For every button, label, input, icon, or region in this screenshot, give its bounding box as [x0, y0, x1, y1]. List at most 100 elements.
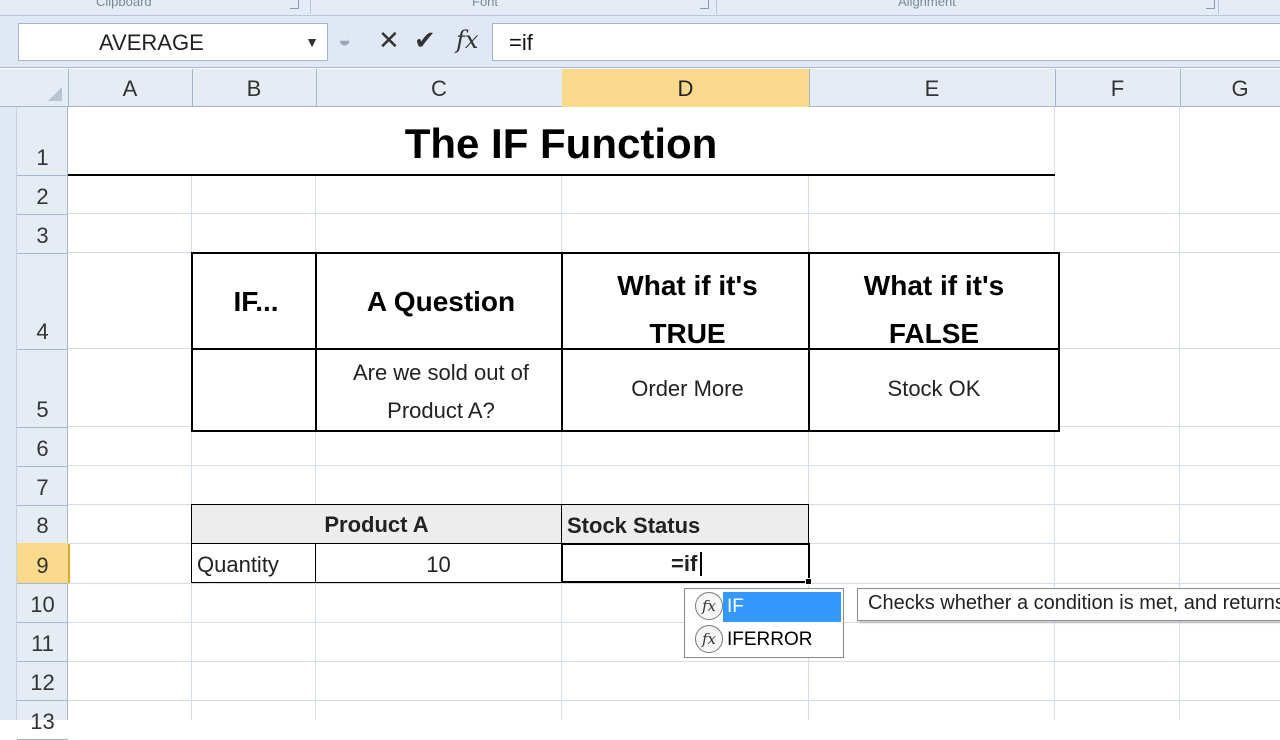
- chevron-down-icon[interactable]: ▼: [305, 34, 319, 50]
- ribbon-group-font[interactable]: Font: [472, 0, 498, 9]
- row-header-label: 2: [36, 184, 49, 209]
- dialog-launcher-icon[interactable]: [1206, 0, 1215, 9]
- insert-function-icon[interactable]: fx: [456, 25, 478, 55]
- row-header-label: 4: [36, 319, 49, 344]
- question-value-cell[interactable]: Are we sold out of Product A?: [315, 348, 567, 432]
- column-header-e[interactable]: E: [809, 69, 1056, 107]
- row-header-label: 13: [30, 709, 55, 734]
- quantity-label-cell[interactable]: Quantity: [191, 543, 316, 583]
- name-box[interactable]: AVERAGE ▼: [18, 23, 328, 61]
- quantity-value-cell[interactable]: 10: [315, 543, 562, 583]
- row-header-5[interactable]: 5: [17, 349, 68, 428]
- name-box-value: AVERAGE: [99, 30, 204, 55]
- false-header-cell[interactable]: What if it's FALSE: [808, 252, 1060, 354]
- column-header-c[interactable]: C: [316, 69, 563, 107]
- grid-line: [68, 213, 1280, 214]
- row-header-label: 10: [30, 592, 55, 617]
- true-value-cell[interactable]: Order More: [561, 348, 814, 432]
- quantity-value: 10: [426, 552, 451, 577]
- active-cell-d9[interactable]: =if: [561, 543, 810, 583]
- row-header-9[interactable]: 9: [17, 543, 70, 584]
- column-header-d[interactable]: D: [562, 69, 810, 109]
- row-header-label: 11: [31, 631, 54, 656]
- question-header-cell[interactable]: A Question: [315, 252, 567, 354]
- column-header-row: A B C D E F G: [0, 69, 1280, 109]
- text-cursor: [700, 552, 702, 576]
- quantity-label: Quantity: [197, 552, 279, 577]
- true-header-cell[interactable]: What if it's TRUE: [561, 252, 814, 354]
- row-header-2[interactable]: 2: [17, 175, 68, 215]
- formula-input[interactable]: =if: [492, 23, 1280, 61]
- function-icon: fx: [695, 625, 723, 653]
- row-header-13[interactable]: 13: [17, 700, 68, 740]
- true-value-text: Order More: [631, 376, 744, 401]
- select-all-button[interactable]: [17, 69, 69, 107]
- dialog-launcher-icon[interactable]: [290, 0, 299, 9]
- autocomplete-item-label: IFERROR: [727, 629, 813, 650]
- false-header-label: What if it's FALSE: [863, 270, 1005, 349]
- window-left-edge: [0, 69, 17, 720]
- formula-text: =if: [509, 30, 533, 55]
- if-header-label: IF...: [233, 286, 279, 317]
- ribbon-divider: [716, 0, 717, 14]
- formula-buttons: ◒ ✕ ✔ fx: [330, 21, 490, 61]
- autocomplete-item-if[interactable]: IF: [723, 592, 841, 622]
- grid-line: [1179, 107, 1180, 720]
- stock-status-header-cell[interactable]: Stock Status: [561, 504, 809, 544]
- ribbon-group-alignment[interactable]: Alignment: [898, 0, 956, 9]
- row-header-label: 8: [36, 513, 49, 538]
- formula-bar: AVERAGE ▼ ◒ ✕ ✔ fx =if: [0, 16, 1280, 68]
- row-header-8[interactable]: 8: [17, 505, 68, 544]
- grid-line: [68, 700, 1280, 701]
- row-header-column: 1 2 3 4 5 6 7 8 9 10 11 12 13: [17, 107, 70, 740]
- row-header-label: 12: [30, 670, 55, 695]
- false-value-cell[interactable]: Stock OK: [808, 348, 1060, 432]
- row-header-6[interactable]: 6: [17, 427, 68, 467]
- column-header-a[interactable]: A: [68, 69, 193, 107]
- function-icon: fx: [695, 592, 723, 620]
- row-header-12[interactable]: 12: [17, 661, 68, 701]
- fill-handle[interactable]: [805, 578, 812, 585]
- grid-line: [68, 622, 1280, 623]
- row-header-label: 3: [36, 223, 49, 248]
- title-border: [68, 174, 1055, 176]
- function-tooltip: Checks whether a condition is met, and r…: [857, 588, 1280, 621]
- select-all-icon: [48, 87, 62, 101]
- ribbon-divider: [1218, 0, 1219, 14]
- row-header-10[interactable]: 10: [17, 583, 68, 623]
- grid-line: [68, 583, 1280, 584]
- cancel-icon[interactable]: ✕: [378, 25, 400, 55]
- true-header-label: What if it's TRUE: [617, 270, 758, 349]
- ribbon-group-clipboard[interactable]: Clipboard: [96, 0, 152, 9]
- product-a-header: Product A: [324, 512, 429, 537]
- autocomplete-item-label: IF: [727, 596, 744, 617]
- enter-icon[interactable]: ✔: [414, 25, 436, 55]
- sheet-title-cell[interactable]: The IF Function: [68, 107, 1054, 175]
- ribbon-group-labels: Clipboard Font Alignment: [0, 0, 1280, 16]
- if-header-cell[interactable]: IF...: [191, 252, 321, 354]
- column-header-g[interactable]: G: [1180, 69, 1280, 107]
- row-header-1[interactable]: 1: [17, 107, 68, 176]
- ribbon-divider: [310, 0, 311, 14]
- grid-line: [68, 465, 1280, 466]
- row-header-7[interactable]: 7: [17, 466, 68, 506]
- if-value-cell[interactable]: [191, 348, 321, 432]
- row-header-3[interactable]: 3: [17, 214, 68, 254]
- row-header-label: 1: [36, 145, 49, 170]
- false-value-text: Stock OK: [887, 376, 981, 401]
- question-header-label: A Question: [366, 286, 516, 317]
- autocomplete-item-iferror[interactable]: IFERROR: [723, 625, 841, 655]
- row-header-4[interactable]: 4: [17, 253, 68, 350]
- function-autocomplete-list: fx IF fx IFERROR: [684, 588, 844, 658]
- row-header-label: 7: [36, 475, 49, 500]
- drag-handle-icon[interactable]: ◒: [338, 25, 351, 55]
- row-header-11[interactable]: 11: [17, 622, 68, 662]
- row-header-label: 9: [36, 553, 49, 578]
- column-header-b[interactable]: B: [192, 69, 317, 107]
- row-header-label: 5: [36, 397, 49, 422]
- question-value-text: Are we sold out of Product A?: [352, 360, 530, 423]
- dialog-launcher-icon[interactable]: [700, 0, 709, 9]
- cell-edit-text: =if: [671, 551, 698, 576]
- row-header-label: 6: [36, 436, 49, 461]
- column-header-f[interactable]: F: [1055, 69, 1181, 107]
